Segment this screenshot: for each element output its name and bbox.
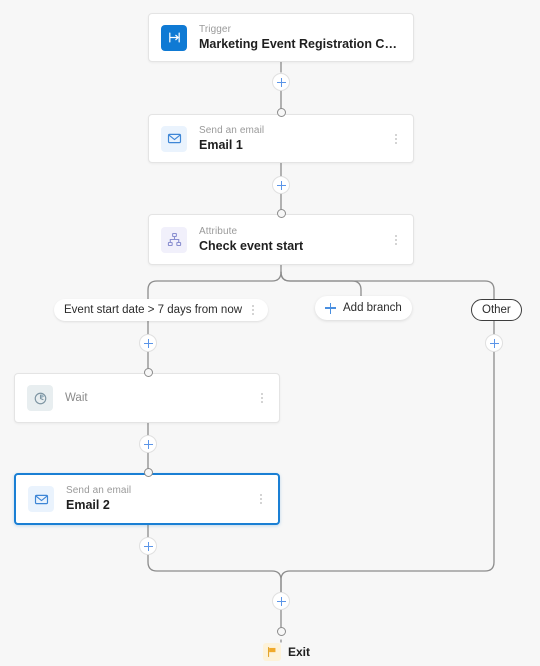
node-trigger-text: Trigger Marketing Event Registration Cre… (199, 24, 401, 52)
node-exit[interactable]: Exit (263, 643, 310, 661)
node-email-2[interactable]: Send an email Email 2 (14, 473, 280, 525)
connector-dot-attribute-in (276, 209, 286, 218)
flag-icon (263, 643, 281, 661)
add-branch-button[interactable]: Add branch (315, 296, 412, 320)
hierarchy-icon (161, 226, 187, 253)
add-branch-label: Add branch (343, 302, 402, 314)
node-exit-label: Exit (288, 645, 311, 659)
connector-dot-wait-in (143, 367, 153, 377)
trigger-arrow-glyph (168, 32, 180, 43)
connector-wires (147, 61, 495, 643)
node-email-2-title: Email 2 (66, 498, 110, 512)
envelope-icon (28, 486, 54, 512)
node-email-2-kind: Send an email (66, 485, 132, 496)
envelope-glyph (167, 133, 181, 144)
plus-icon (325, 302, 336, 314)
node-wait-menu-icon[interactable] (257, 389, 267, 407)
node-attribute[interactable]: Attribute Check event start (148, 214, 414, 265)
clock-glyph (34, 392, 46, 404)
node-trigger-title: Marketing Event Registration Created (199, 36, 401, 51)
node-attribute-menu-icon[interactable] (391, 231, 401, 249)
flag-glyph (267, 646, 276, 658)
node-email-1[interactable]: Send an email Email 1 (148, 114, 414, 163)
connector-dot-exit-in (276, 626, 286, 636)
clock-icon (27, 385, 53, 411)
branch-label-other[interactable]: Other (471, 299, 522, 321)
node-attribute-text: Attribute Check event start (199, 226, 391, 254)
node-email-2-menu-icon[interactable] (256, 490, 266, 508)
node-email-1-kind: Send an email (199, 124, 265, 136)
node-attribute-title: Check event start (199, 238, 304, 253)
branch-condition-menu-icon[interactable] (248, 301, 258, 319)
node-email-1-text: Send an email Email 1 (199, 125, 391, 153)
add-step-after-wait[interactable] (139, 435, 157, 453)
envelope-glyph (34, 494, 48, 504)
add-step-after-email-1[interactable] (272, 176, 290, 194)
connector-dot-email-2-in (143, 468, 153, 477)
node-email-2-text: Send an email Email 2 (66, 485, 256, 513)
connector-dot-email-1-in (276, 108, 286, 117)
branch-label-other-text: Other (482, 304, 511, 316)
add-step-after-trigger[interactable] (272, 73, 290, 91)
add-step-branch-condition[interactable] (139, 334, 157, 352)
envelope-icon (161, 125, 187, 152)
workflow-canvas: Trigger Marketing Event Registration Cre… (0, 0, 540, 666)
add-step-before-exit[interactable] (272, 592, 290, 610)
node-email-1-title: Email 1 (199, 137, 243, 152)
trigger-arrow-icon (161, 24, 187, 51)
add-step-after-email-2[interactable] (139, 537, 157, 555)
node-wait-text: Wait (65, 390, 257, 406)
node-email-1-menu-icon[interactable] (391, 130, 401, 148)
node-attribute-kind: Attribute (199, 225, 238, 237)
branch-label-condition-text: Event start date > 7 days from now (64, 304, 243, 316)
node-trigger-kind: Trigger (199, 23, 232, 35)
node-trigger[interactable]: Trigger Marketing Event Registration Cre… (148, 13, 414, 62)
node-wait[interactable]: Wait (14, 373, 280, 423)
hierarchy-glyph (167, 232, 181, 247)
branch-label-condition[interactable]: Event start date > 7 days from now (54, 299, 269, 321)
add-step-branch-other[interactable] (485, 334, 503, 352)
node-wait-title: Wait (65, 392, 88, 404)
